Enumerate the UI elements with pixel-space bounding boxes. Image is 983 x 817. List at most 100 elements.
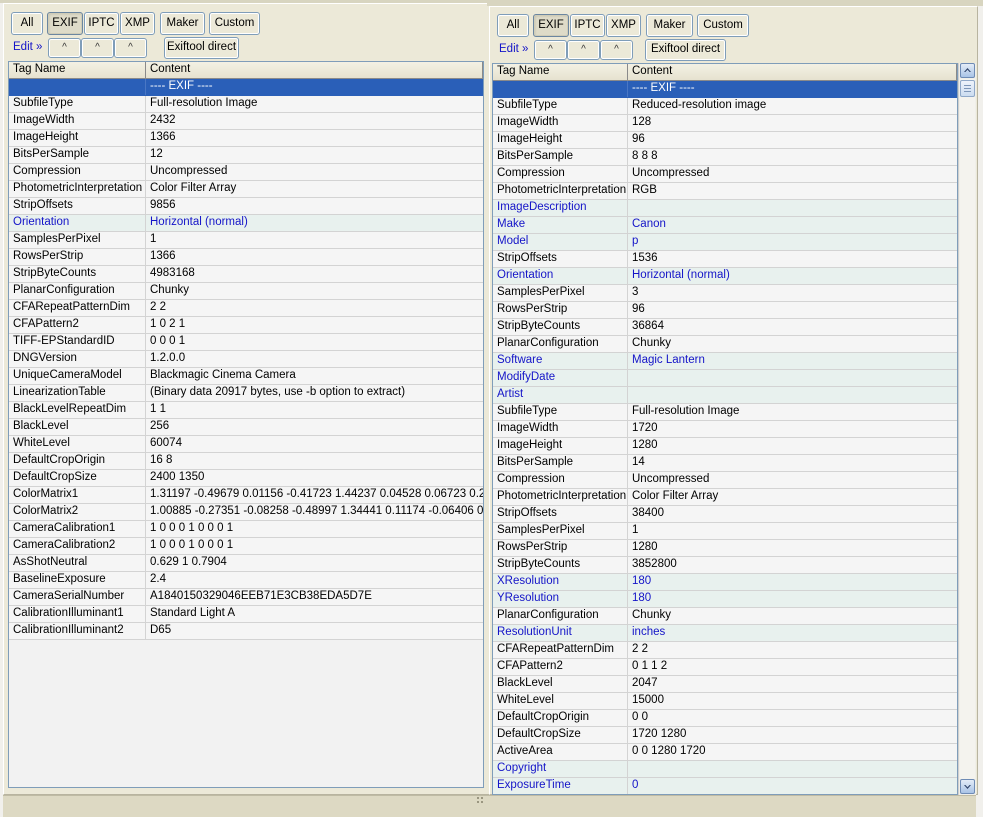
table-row[interactable]: SubfileType Full-resolution Image: [9, 96, 483, 113]
row-content-value[interactable]: inches: [628, 625, 957, 641]
right-caret-button-3[interactable]: ^: [600, 40, 633, 60]
right-edit-link[interactable]: Edit »: [499, 43, 528, 55]
table-row[interactable]: ImageDescription: [493, 200, 957, 217]
row-content-value[interactable]: Chunky: [628, 608, 957, 624]
table-row[interactable]: Compression Uncompressed: [493, 166, 957, 183]
left-column-header-tag-name[interactable]: Tag Name: [9, 62, 146, 78]
row-content-value[interactable]: 180: [628, 591, 957, 607]
row-content-value[interactable]: 12: [146, 147, 483, 163]
left-column-header-content[interactable]: Content: [146, 62, 483, 78]
row-content-value[interactable]: 1.2.0.0: [146, 351, 483, 367]
right-tab-custom[interactable]: Custom: [697, 14, 749, 37]
row-content-value[interactable]: 1720 1280: [628, 727, 957, 743]
right-column-header-content[interactable]: Content: [628, 64, 957, 80]
table-row[interactable]: RowsPerStrip 96: [493, 302, 957, 319]
row-content-value[interactable]: 256: [146, 419, 483, 435]
table-row[interactable]: DefaultCropOrigin 16 8: [9, 453, 483, 470]
table-row[interactable]: CalibrationIlluminant2 D65: [9, 623, 483, 640]
table-row[interactable]: PhotometricInterpretation Color Filter Ar…: [493, 489, 957, 506]
row-content-value[interactable]: 1280: [628, 438, 957, 454]
table-row[interactable]: SubfileType Reduced-resolution image: [493, 98, 957, 115]
table-row[interactable]: CalibrationIlluminant1 Standard Light A: [9, 606, 483, 623]
table-row[interactable]: LinearizationTable (Binary data 20917 byt…: [9, 385, 483, 402]
table-row[interactable]: StripOffsets 38400: [493, 506, 957, 523]
row-content-value[interactable]: Canon: [628, 217, 957, 233]
right-tab-maker[interactable]: Maker: [646, 14, 693, 37]
row-content-value[interactable]: 180: [628, 574, 957, 590]
right-exiftool-direct-button[interactable]: Exiftool direct: [645, 39, 726, 61]
row-content-value[interactable]: 2047: [628, 676, 957, 692]
table-row[interactable]: AsShotNeutral 0.629 1 0.7904: [9, 555, 483, 572]
row-content-value[interactable]: Full-resolution Image: [146, 96, 483, 112]
scroll-up-button[interactable]: [960, 63, 975, 78]
row-content-value[interactable]: 16 8: [146, 453, 483, 469]
right-table-body[interactable]: ---- EXIF ---- SubfileType Reduced-resolut…: [493, 81, 957, 794]
table-row[interactable]: Orientation Horizontal (normal): [9, 215, 483, 232]
row-content-value[interactable]: 3852800: [628, 557, 957, 573]
left-tab-maker[interactable]: Maker: [160, 12, 205, 35]
row-content-value[interactable]: RGB: [628, 183, 957, 199]
table-row[interactable]: PhotometricInterpretation RGB: [493, 183, 957, 200]
table-row[interactable]: Software Magic Lantern: [493, 353, 957, 370]
table-row[interactable]: CameraSerialNumber A1840150329046EEB71E3C…: [9, 589, 483, 606]
table-row[interactable]: PhotometricInterpretation Color Filter Ar…: [9, 181, 483, 198]
row-content-value[interactable]: A1840150329046EEB71E3CB38EDA5D7E: [146, 589, 483, 605]
table-row[interactable]: CFAPattern2 1 0 2 1: [9, 317, 483, 334]
row-content-value[interactable]: 2 2: [628, 642, 957, 658]
row-content-value[interactable]: 9856: [146, 198, 483, 214]
row-content-value[interactable]: 36864: [628, 319, 957, 335]
left-tab-xmp[interactable]: XMP: [120, 12, 155, 35]
row-content-value[interactable]: 0 0: [628, 710, 957, 726]
table-row[interactable]: ActiveArea 0 0 1280 1720: [493, 744, 957, 761]
row-content-value[interactable]: Uncompressed: [628, 472, 957, 488]
table-row[interactable]: YResolution 180: [493, 591, 957, 608]
table-row[interactable]: ImageHeight 1280: [493, 438, 957, 455]
table-row[interactable]: DNGVersion 1.2.0.0: [9, 351, 483, 368]
row-content-value[interactable]: 1: [628, 523, 957, 539]
table-row[interactable]: XResolution 180: [493, 574, 957, 591]
row-content-value[interactable]: 1 0 2 1: [146, 317, 483, 333]
table-row[interactable]: SamplesPerPixel 1: [9, 232, 483, 249]
table-row[interactable]: SamplesPerPixel 3: [493, 285, 957, 302]
table-row[interactable]: BlackLevelRepeatDim 1 1: [9, 402, 483, 419]
right-tab-all[interactable]: All: [497, 14, 529, 37]
table-row[interactable]: ResolutionUnit inches: [493, 625, 957, 642]
table-row[interactable]: DefaultCropSize 2400 1350: [9, 470, 483, 487]
table-row[interactable]: UniqueCameraModel Blackmagic Cinema Camer…: [9, 368, 483, 385]
table-row[interactable]: ---- EXIF ----: [9, 79, 483, 96]
table-row[interactable]: ImageHeight 1366: [9, 130, 483, 147]
row-content-value[interactable]: Chunky: [628, 336, 957, 352]
row-content-value[interactable]: ---- EXIF ----: [628, 81, 957, 97]
table-row[interactable]: TIFF-EPStandardID 0 0 0 1: [9, 334, 483, 351]
table-row[interactable]: StripByteCounts 36864: [493, 319, 957, 336]
row-content-value[interactable]: 0: [628, 778, 957, 794]
row-content-value[interactable]: [628, 200, 957, 216]
right-caret-button-2[interactable]: ^: [567, 40, 600, 60]
table-row[interactable]: DefaultCropSize 1720 1280: [493, 727, 957, 744]
table-row[interactable]: ColorMatrix1 1.31197 -0.49679 0.01156 -0.…: [9, 487, 483, 504]
row-content-value[interactable]: 3: [628, 285, 957, 301]
row-content-value[interactable]: 1280: [628, 540, 957, 556]
left-caret-button-2[interactable]: ^: [81, 38, 114, 58]
table-row[interactable]: CFARepeatPatternDim 2 2: [493, 642, 957, 659]
row-content-value[interactable]: 96: [628, 132, 957, 148]
row-content-value[interactable]: 15000: [628, 693, 957, 709]
row-content-value[interactable]: 2 2: [146, 300, 483, 316]
row-content-value[interactable]: [628, 370, 957, 386]
row-content-value[interactable]: ---- EXIF ----: [146, 79, 483, 95]
table-row[interactable]: PlanarConfiguration Chunky: [493, 336, 957, 353]
scroll-down-button[interactable]: [960, 779, 975, 794]
row-content-value[interactable]: p: [628, 234, 957, 250]
row-content-value[interactable]: 1366: [146, 249, 483, 265]
row-content-value[interactable]: Color Filter Array: [628, 489, 957, 505]
row-content-value[interactable]: Horizontal (normal): [146, 215, 483, 231]
table-row[interactable]: ImageWidth 2432: [9, 113, 483, 130]
table-row[interactable]: BlackLevel 2047: [493, 676, 957, 693]
table-row[interactable]: ImageWidth 128: [493, 115, 957, 132]
table-row[interactable]: Artist: [493, 387, 957, 404]
table-row[interactable]: Copyright: [493, 761, 957, 778]
right-caret-button-1[interactable]: ^: [534, 40, 567, 60]
row-content-value[interactable]: 1 0 0 0 1 0 0 0 1: [146, 521, 483, 537]
row-content-value[interactable]: 1: [146, 232, 483, 248]
row-content-value[interactable]: 1720: [628, 421, 957, 437]
